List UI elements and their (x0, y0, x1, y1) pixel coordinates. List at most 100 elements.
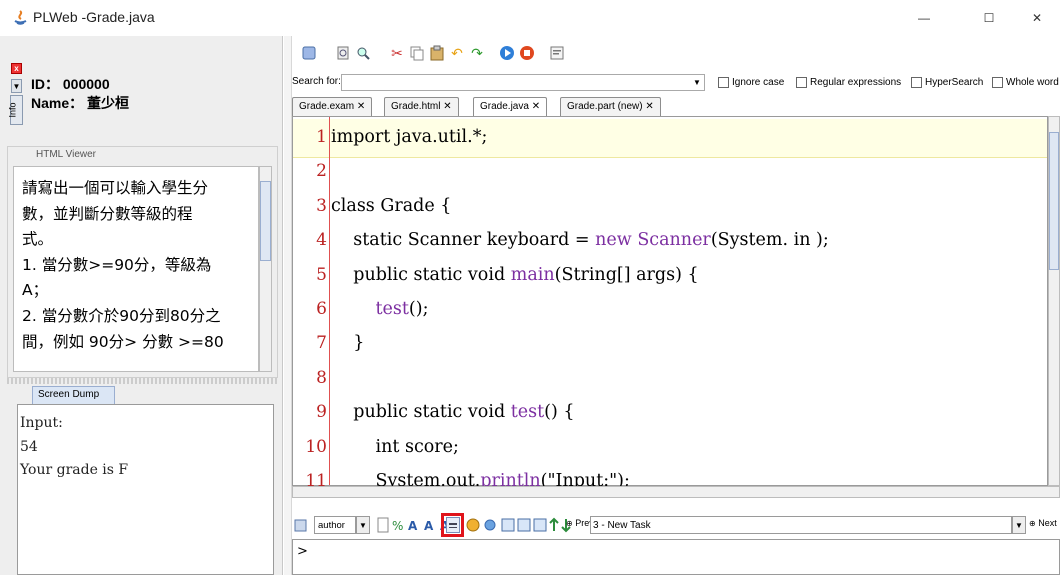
viewer-line: A； (22, 281, 49, 300)
format-icon[interactable]: % (391, 517, 405, 533)
code-token: new (595, 230, 632, 251)
maximize-icon: ☐ (983, 11, 995, 25)
tab-grade-part[interactable]: Grade.part (new) ✕ (560, 97, 661, 116)
close-tab-icon[interactable]: ✕ (443, 101, 451, 112)
close-tab-icon[interactable]: ✕ (645, 101, 653, 112)
find-icon[interactable] (354, 44, 372, 62)
divider-strip[interactable] (284, 36, 292, 575)
copy-icon[interactable] (408, 44, 426, 62)
tab-grade-html[interactable]: Grade.html ✕ (384, 97, 459, 116)
code-line[interactable]: int score; (331, 437, 459, 457)
highlight-marker (441, 513, 464, 537)
search-label: Search for: (292, 76, 341, 87)
code-token: static Scanner keyboard = (331, 230, 596, 251)
html-viewer-content: 請寫出一個可以輸入學生分 數，並判斷分數等級的程 式。 1. 當分數>=90分，… (13, 166, 259, 372)
panel-splitter[interactable] (7, 378, 278, 384)
console-input[interactable]: > (292, 539, 1060, 575)
line-number: 8 (316, 367, 327, 388)
author-select[interactable]: author (314, 516, 356, 534)
code-line[interactable]: } (331, 333, 364, 353)
search-input[interactable] (341, 74, 705, 91)
redo-icon[interactable]: ↷ (468, 44, 486, 62)
undo-icon[interactable]: ↶ (448, 44, 466, 62)
line-number: 10 (305, 436, 327, 457)
doc-c-icon[interactable] (533, 517, 547, 533)
settings-icon[interactable] (483, 517, 497, 533)
viewer-line: 間，例如 90分> 分數 >=80 (22, 332, 224, 351)
main-toolbar: ✂ ↶ ↷ (292, 42, 622, 68)
code-token: () { (544, 402, 575, 423)
output-line: 54 (20, 438, 38, 455)
check-a-icon[interactable]: A (407, 517, 421, 533)
close-tab-icon[interactable]: ✕ (357, 101, 365, 112)
author-dropdown-icon[interactable]: ▼ (356, 516, 370, 534)
line-number: 3 (316, 195, 327, 216)
open-icon[interactable] (300, 44, 318, 62)
console-icon[interactable] (548, 44, 566, 62)
close-panel-icon[interactable]: x (11, 63, 22, 74)
code-token: (String[] args) { (554, 264, 699, 285)
minimize-button[interactable]: — (901, 0, 947, 36)
output-line: Input: (20, 415, 63, 431)
task-dropdown-icon[interactable]: ▼ (1012, 516, 1026, 534)
code-token: } (331, 333, 365, 354)
code-token: public static void (331, 402, 511, 423)
regex-label: Regular expressions (810, 77, 902, 88)
close-tab-icon[interactable]: ✕ (532, 101, 540, 112)
doc-a-icon[interactable] (501, 517, 515, 533)
maximize-button[interactable]: ☐ (966, 0, 1012, 36)
tab-grade-exam[interactable]: Grade.exam ✕ (292, 97, 373, 116)
java-app-icon (14, 10, 27, 25)
submit-icon[interactable] (466, 517, 480, 533)
code-token: test (510, 402, 545, 423)
info-tab-label: Info (7, 102, 18, 118)
doc-b-icon[interactable] (517, 517, 531, 533)
next-label: Next (1038, 518, 1057, 528)
regex-checkbox[interactable]: Regular expressions (796, 77, 901, 88)
collapse-arrow-icon[interactable]: ▼ (11, 79, 22, 93)
code-line[interactable]: public static void main(String[] args) { (331, 264, 699, 285)
new-document-icon[interactable] (377, 517, 389, 533)
next-button[interactable]: ⊕ Next (1029, 518, 1057, 528)
ignore-case-checkbox[interactable]: Ignore case (718, 77, 784, 88)
close-window-button[interactable]: ✕ (1014, 0, 1060, 36)
code-line[interactable]: import java.util.*; (331, 127, 487, 147)
code-line[interactable]: static Scanner keyboard = new Scanner(Sy… (331, 230, 829, 250)
output-line: Your grade is F (20, 462, 129, 478)
editor-horizontal-scrollbar[interactable] (292, 486, 1060, 498)
tab-screen-dump[interactable]: Screen Dump (32, 386, 115, 404)
run-icon[interactable] (498, 44, 516, 62)
window-title: PLWeb -Grade.java (33, 9, 155, 25)
html-viewer-scroll-thumb[interactable] (260, 181, 271, 261)
viewer-line: 數，並判斷分數等級的程 (22, 204, 193, 223)
svg-text:A: A (424, 519, 434, 533)
tab-grade-java[interactable]: Grade.java ✕ (473, 97, 548, 116)
line-number: 1 (316, 127, 327, 147)
code-line[interactable]: test(); (331, 299, 429, 319)
stop-icon[interactable] (518, 44, 536, 62)
line-number: 6 (316, 299, 327, 319)
viewer-line: 請寫出一個可以輸入學生分 (22, 179, 209, 197)
minimize-icon: — (918, 11, 930, 25)
svg-text:A: A (408, 519, 418, 533)
editor-scroll-thumb[interactable] (1049, 132, 1059, 270)
search-dropdown-icon[interactable]: ▼ (690, 75, 704, 90)
html-viewer-label: HTML Viewer (34, 149, 99, 160)
cut-icon[interactable]: ✂ (388, 44, 406, 62)
code-line[interactable]: class Grade { (331, 196, 451, 216)
clipboard-icon[interactable] (292, 516, 310, 534)
print-preview-icon[interactable] (334, 44, 352, 62)
check-b-icon[interactable]: A (423, 517, 437, 533)
whole-word-checkbox[interactable]: Whole word (992, 77, 1059, 88)
hypersearch-checkbox[interactable]: HyperSearch (911, 77, 983, 88)
line-number: 4 (316, 230, 327, 251)
paste-icon[interactable] (428, 44, 446, 62)
viewer-line: 2. 當分數介於90分到80分之 (22, 306, 221, 325)
student-name: Name： 董少桓 (31, 95, 130, 111)
info-tab[interactable]: Info (7, 95, 23, 125)
task-select[interactable]: 3 - New Task (590, 516, 1012, 534)
arrow-up-icon[interactable] (549, 517, 559, 533)
code-token: (); (408, 299, 429, 319)
code-line[interactable]: public static void test() { (331, 402, 574, 422)
